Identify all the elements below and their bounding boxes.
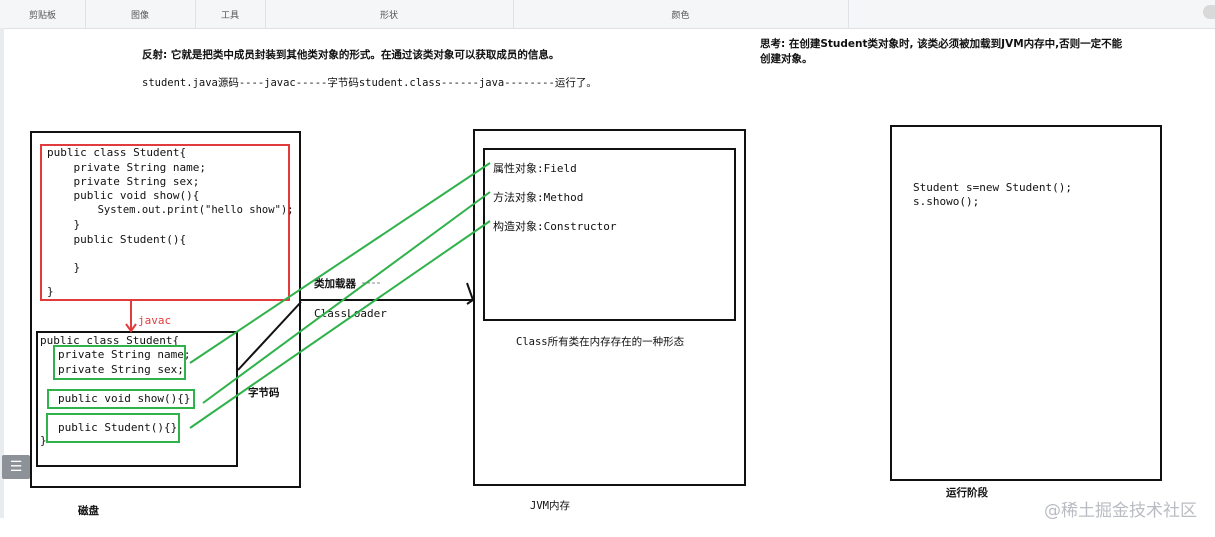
- menu-button[interactable]: ☰: [2, 455, 30, 479]
- diagram-canvas: 剪贴板 图像 工具 形状 颜色 ☰ 反射: 它就是把类中成员封装到其他类对象的形…: [0, 0, 1215, 537]
- bytecode-label: 字节码: [248, 387, 280, 399]
- runtime-box: [890, 125, 1162, 481]
- runtime-code-line: s.showo();: [913, 195, 980, 208]
- source-line: public class Student{: [47, 146, 187, 159]
- source-line: }: [47, 285, 54, 298]
- class-caption: Class所有类在内存存在的一种形态: [516, 336, 685, 348]
- left-edge-strip: [0, 28, 4, 518]
- ribbon-section-shapes[interactable]: 形状: [265, 0, 514, 28]
- pipeline-note: student.java源码----javac-----字节码student.c…: [142, 77, 597, 89]
- source-line: }: [47, 218, 81, 231]
- source-line: System.out.print("hello show");: [47, 204, 294, 216]
- think-note-line1: 思考: 在创建Student类对象时, 该类必须被加载到JVM内存中,否则一定不…: [760, 38, 1123, 50]
- disk-label: 磁盘: [78, 505, 99, 517]
- menu-icon: ☰: [9, 459, 23, 475]
- classloader-label-en: ClassLoader: [314, 307, 387, 320]
- runtime-label: 运行阶段: [946, 487, 988, 499]
- source-line: private String name;: [47, 161, 206, 174]
- javac-label: javac: [138, 314, 172, 327]
- bytecode-field: private String name;: [58, 348, 191, 361]
- classloader-label-cn: 类加载器: [314, 278, 356, 290]
- source-line: }: [47, 261, 81, 274]
- ribbon-scroll-handle[interactable]: [1203, 5, 1215, 19]
- source-line: private String sex;: [47, 175, 200, 188]
- jvm-item-field: 属性对象:Field: [493, 162, 577, 175]
- jvm-item-method: 方法对象:Method: [493, 191, 584, 204]
- bytecode-close: }: [40, 434, 47, 447]
- source-line: public Student(){: [47, 233, 187, 246]
- toolbar-ribbon: 剪贴板 图像 工具 形状 颜色: [0, 0, 1215, 29]
- bytecode-ctor: public Student(){}: [58, 421, 178, 434]
- runtime-code-line: Student s=new Student();: [913, 181, 1072, 194]
- ribbon-section-image[interactable]: 图像: [85, 0, 196, 28]
- watermark: @稀土掘金技术社区: [1044, 501, 1197, 521]
- jvm-label: JVM内存: [530, 500, 570, 512]
- think-note-line2: 创建对象。: [760, 53, 813, 65]
- bytecode-method: public void show(){}: [58, 392, 191, 405]
- ribbon-section-clipboard[interactable]: 剪贴板: [0, 0, 86, 28]
- ribbon-section-colors[interactable]: 颜色: [513, 0, 849, 28]
- ribbon-section-tools[interactable]: 工具: [195, 0, 266, 28]
- bytecode-field: private String sex;: [58, 363, 184, 376]
- source-line: public void show(){: [47, 189, 200, 202]
- reflection-note: 反射: 它就是把类中成员封装到其他类对象的形式。在通过该类对象可以获取成员的信息…: [142, 49, 560, 61]
- jvm-item-constructor: 构造对象:Constructor: [493, 220, 617, 233]
